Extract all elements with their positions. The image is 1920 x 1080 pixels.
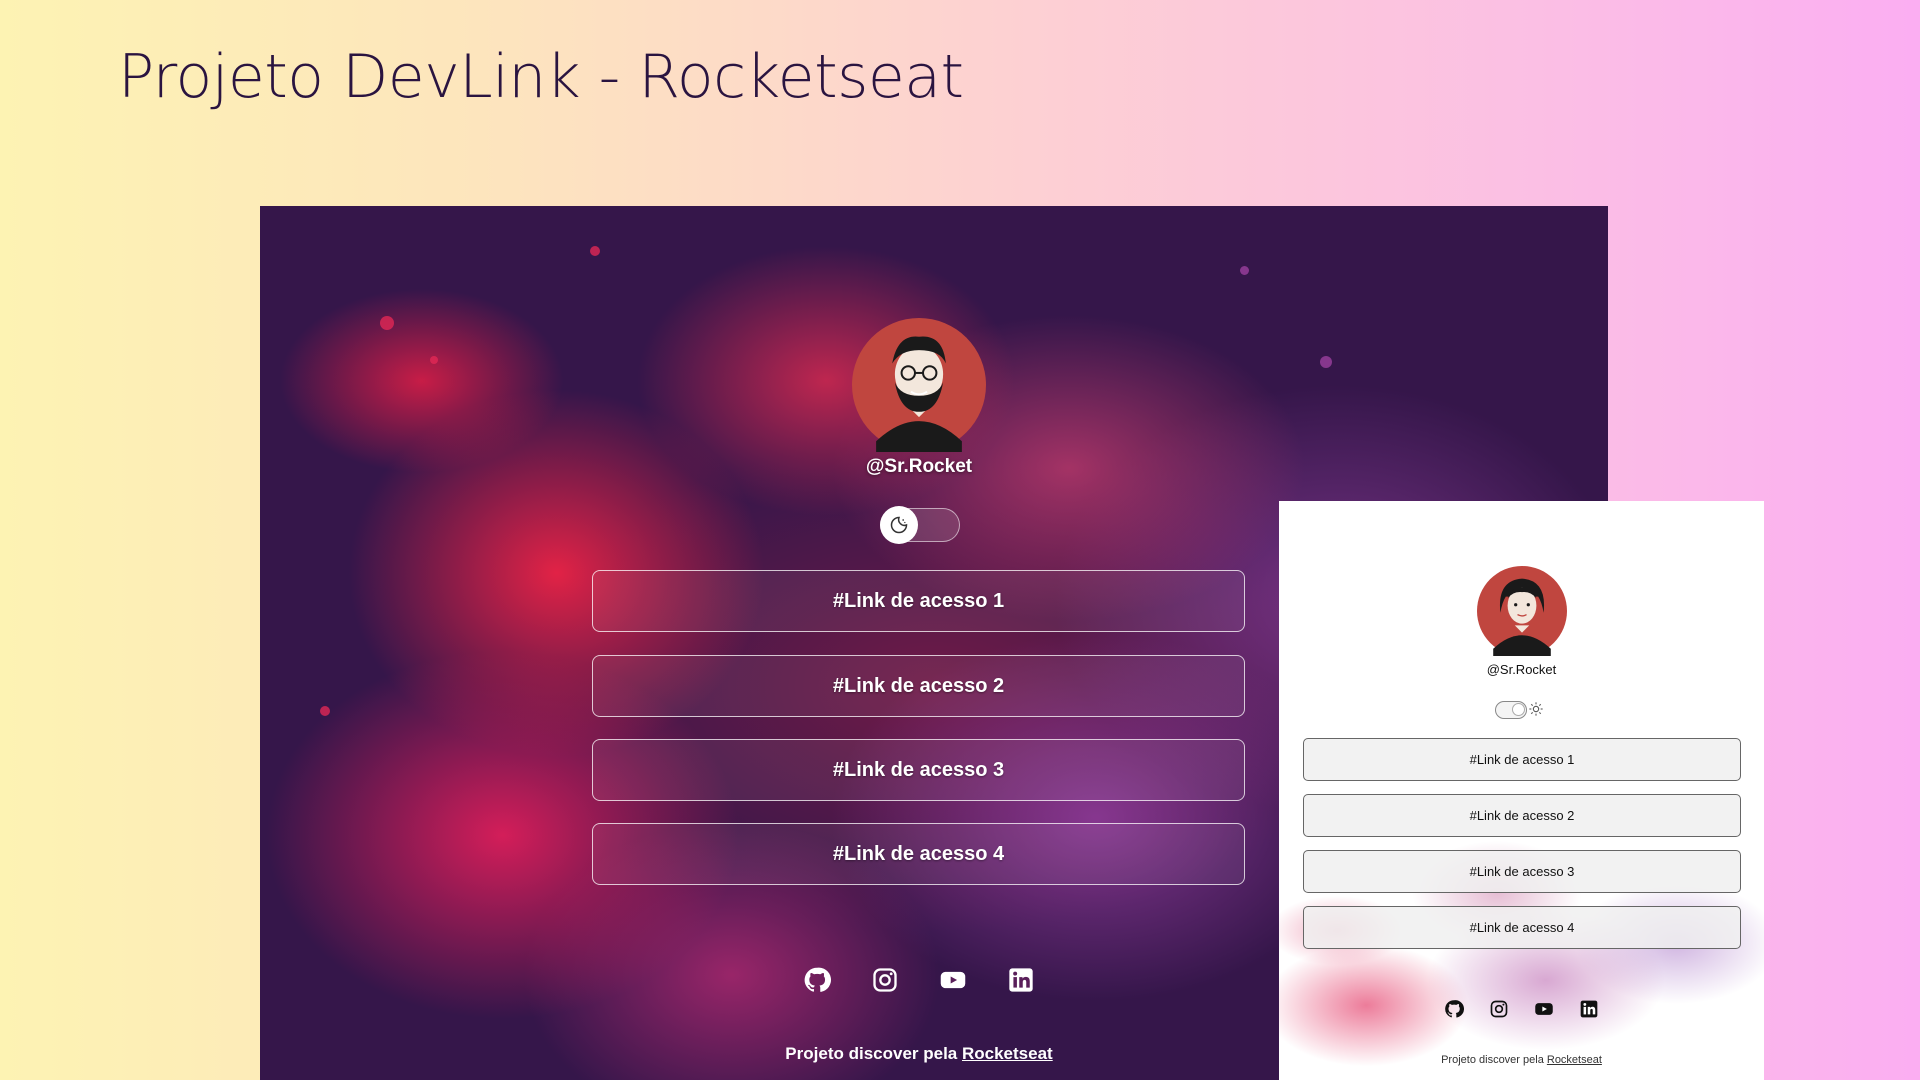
toggle-knob[interactable] bbox=[880, 506, 918, 544]
footer: Projeto discover pela Rocketseat bbox=[1279, 1054, 1764, 1066]
avatar bbox=[852, 318, 986, 452]
moon-icon bbox=[890, 516, 908, 534]
instagram-icon[interactable] bbox=[1489, 999, 1509, 1019]
youtube-icon[interactable] bbox=[1534, 999, 1554, 1019]
youtube-icon[interactable] bbox=[939, 966, 967, 994]
github-icon[interactable] bbox=[1444, 999, 1464, 1019]
profile-handle: @Sr.Rocket bbox=[1486, 662, 1557, 677]
social-links bbox=[1279, 999, 1764, 1019]
link-button-3[interactable]: #Link de acesso 3 bbox=[1303, 850, 1741, 893]
link-button-1[interactable]: #Link de acesso 1 bbox=[592, 570, 1245, 632]
sun-icon bbox=[1529, 702, 1543, 716]
footer-link[interactable]: Rocketseat bbox=[962, 1044, 1053, 1063]
footer-text: Projeto discover pela bbox=[785, 1044, 962, 1063]
page-title: Projeto DevLink - Rocketseat bbox=[118, 42, 964, 112]
link-button-4[interactable]: #Link de acesso 4 bbox=[592, 823, 1245, 885]
footer-text: Projeto discover pela bbox=[1441, 1054, 1547, 1066]
github-icon[interactable] bbox=[803, 966, 831, 994]
link-button-1[interactable]: #Link de acesso 1 bbox=[1303, 738, 1741, 781]
theme-toggle[interactable] bbox=[1495, 701, 1527, 719]
link-button-2[interactable]: #Link de acesso 2 bbox=[1303, 794, 1741, 837]
link-button-4[interactable]: #Link de acesso 4 bbox=[1303, 906, 1741, 949]
avatar bbox=[1477, 566, 1567, 656]
instagram-icon[interactable] bbox=[871, 966, 899, 994]
linkedin-icon[interactable] bbox=[1579, 999, 1599, 1019]
light-mode-preview: @Sr.Rocket #Link de acesso 1 #Link de ac… bbox=[1279, 501, 1764, 1080]
footer-link[interactable]: Rocketseat bbox=[1547, 1054, 1602, 1066]
theme-toggle[interactable] bbox=[880, 506, 960, 544]
linkedin-icon[interactable] bbox=[1007, 966, 1035, 994]
toggle-knob[interactable] bbox=[1512, 703, 1525, 716]
profile-handle: @Sr.Rocket bbox=[865, 456, 973, 477]
link-button-2[interactable]: #Link de acesso 2 bbox=[592, 655, 1245, 717]
link-button-3[interactable]: #Link de acesso 3 bbox=[592, 739, 1245, 801]
